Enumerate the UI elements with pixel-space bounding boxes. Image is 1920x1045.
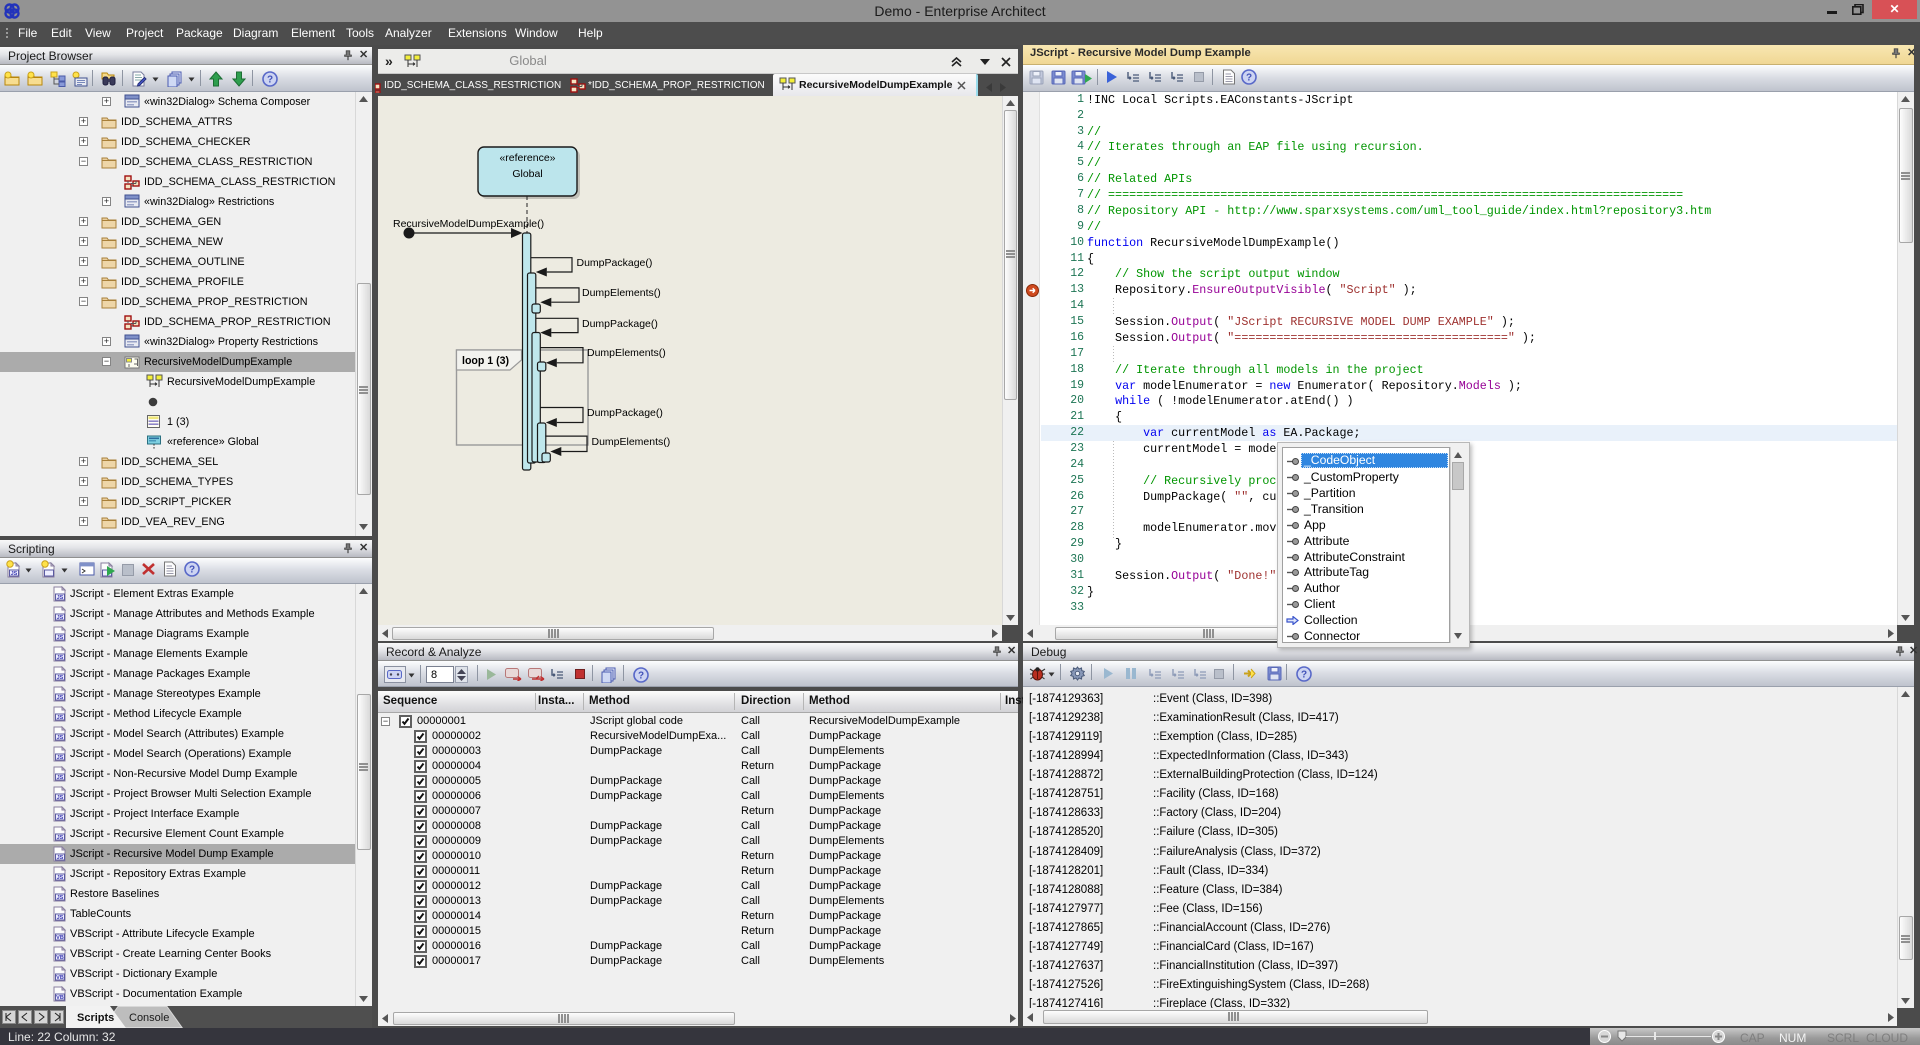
svg-text:DumpElements(): DumpElements() [587, 347, 666, 359]
svg-text:JS: JS [57, 615, 64, 621]
svg-text:JS: JS [57, 675, 64, 681]
svg-text:VB: VB [56, 955, 64, 961]
svg-text:JS: JS [57, 735, 64, 741]
svg-text:JS: JS [57, 815, 64, 821]
svg-text:?: ? [267, 75, 273, 86]
svg-text:JS: JS [57, 695, 64, 701]
svg-text:JS: JS [57, 855, 64, 861]
svg-text:JS: JS [57, 595, 64, 601]
svg-text:DumpElements(): DumpElements() [592, 436, 671, 448]
svg-text:?: ? [1246, 73, 1252, 84]
svg-text:JS: JS [57, 795, 64, 801]
svg-text:JS: JS [11, 571, 18, 577]
svg-text:Global: Global [512, 168, 542, 180]
svg-text:JS: JS [57, 755, 64, 761]
svg-text:JS: JS [57, 915, 64, 921]
svg-text:VB: VB [56, 975, 64, 981]
svg-text:JS: JS [57, 715, 64, 721]
svg-text:DumpPackage(): DumpPackage() [577, 257, 653, 269]
svg-text:«reference»: «reference» [499, 152, 555, 164]
svg-text:JS: JS [57, 655, 64, 661]
svg-text:Scripts: Scripts [77, 1012, 114, 1024]
svg-text:JS: JS [57, 775, 64, 781]
svg-text:?: ? [1301, 670, 1307, 681]
svg-text:loop 1 (3): loop 1 (3) [462, 355, 509, 367]
svg-text:RecursiveModelDumpExample(): RecursiveModelDumpExample() [393, 218, 544, 230]
svg-text:JS: JS [57, 835, 64, 841]
svg-text:DumpPackage(): DumpPackage() [587, 407, 663, 419]
svg-text:JS: JS [57, 895, 64, 901]
svg-text:JS: JS [57, 635, 64, 641]
svg-text:JS: JS [57, 875, 64, 881]
svg-text:DumpElements(): DumpElements() [582, 287, 661, 299]
svg-text:?: ? [638, 671, 644, 682]
svg-text:DumpPackage(): DumpPackage() [582, 318, 658, 330]
svg-text:VB: VB [56, 935, 64, 941]
svg-text:VB: VB [56, 995, 64, 1001]
svg-text:?: ? [189, 565, 195, 576]
